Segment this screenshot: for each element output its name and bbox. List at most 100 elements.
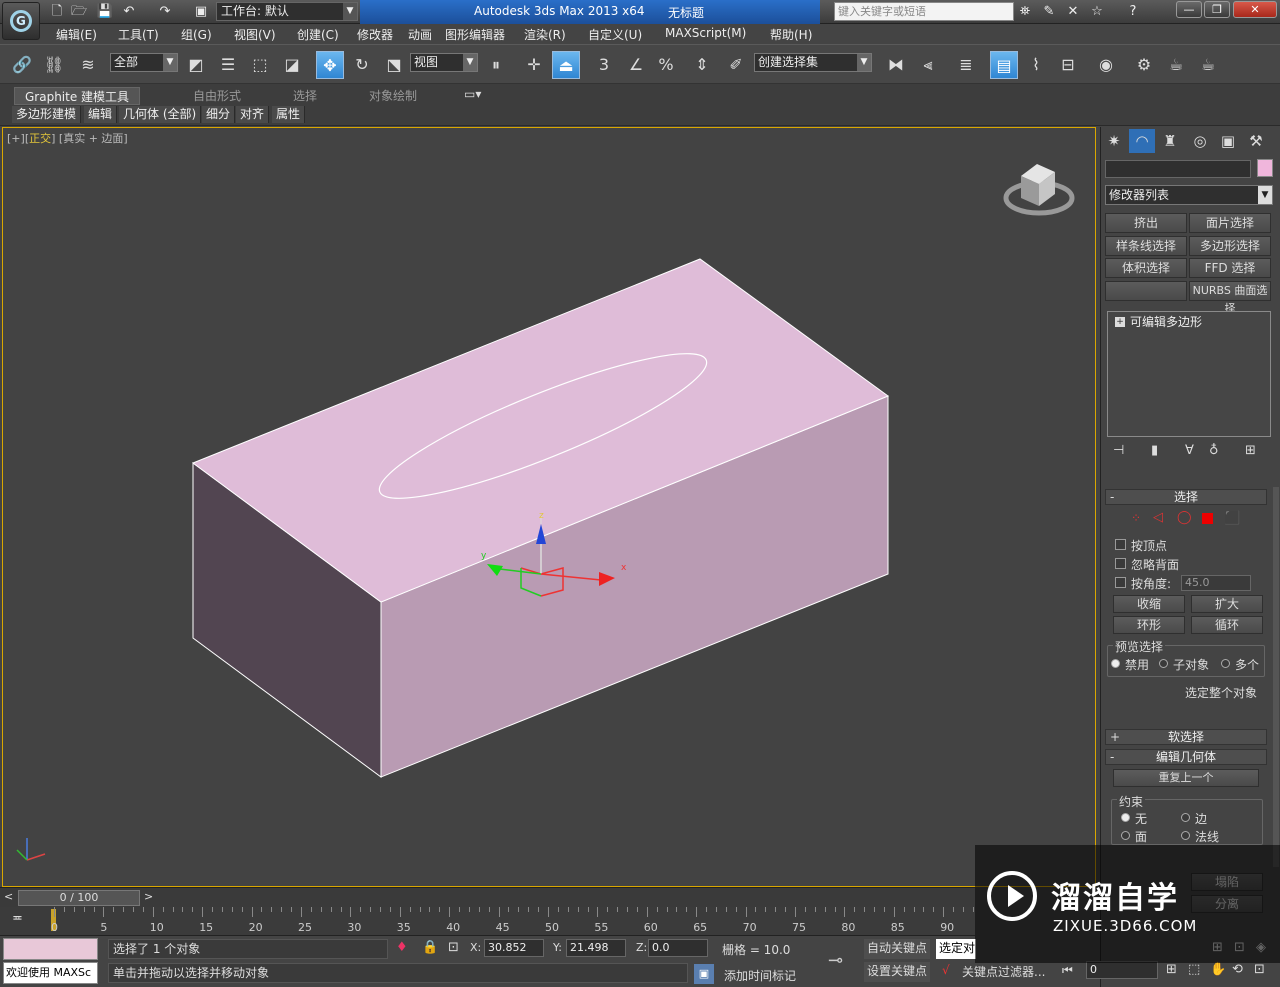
tab-selection[interactable]: 选择 [293,87,317,105]
menu-rendering[interactable]: 渲染(R) [524,26,566,43]
constraint-face-radio[interactable] [1121,831,1130,840]
menu-group[interactable]: 组(G) [181,26,212,43]
menu-tools[interactable]: 工具(T) [118,26,159,43]
material-editor-icon[interactable]: ◉ [1092,51,1120,79]
subtab-geometry-all[interactable]: 几何体 (全部) [119,106,202,123]
constraint-edge-radio[interactable] [1181,813,1190,822]
maxscript-listener-swatch[interactable] [3,938,98,960]
modifier-poly-select-button[interactable]: 多边形选择 [1189,236,1271,256]
angle-snap-icon[interactable]: ∠ [622,51,650,79]
time-slider[interactable]: 0 / 100 [18,890,140,906]
modifier-nurbs-select-button[interactable]: NURBS 曲面选择 [1189,281,1271,315]
modifier-volume-select-button[interactable]: 体积选择 [1105,258,1187,278]
tab-object-paint[interactable]: 对象绘制 [369,87,417,105]
track-bar[interactable]: ≖ 0 5 10 15 20 25 30 35 40 45 50 55 60 65 70 75 80 85 90 [0,907,975,935]
edit-geometry-rollout-header[interactable]: - 编辑几何体 [1105,749,1267,765]
set-key-button[interactable]: 设置关键点 [864,962,931,982]
schematic-view-icon[interactable]: ⊟ [1054,51,1082,79]
modifier-spline-select-button[interactable]: 样条线选择 [1105,236,1187,256]
select-and-move-icon[interactable]: ✥ [316,51,344,79]
menu-graph-editors[interactable]: 图形编辑器 [445,26,505,43]
render-setup-icon[interactable]: ⚙ [1130,51,1158,79]
vertex-mode-icon[interactable]: ⁘ [1131,511,1141,525]
tab-freeform[interactable]: 自由形式 [193,87,241,105]
minimize-button[interactable]: — [1176,1,1202,18]
display-tab-icon[interactable]: ▣ [1215,129,1241,153]
viewport-perspective[interactable]: [+][正交] [真实 + 边面] z x y [2,127,1096,887]
window-crossing-icon[interactable]: ◪ [278,51,306,79]
subtab-subdivision[interactable]: 细分 [202,106,236,123]
modifier-empty-button[interactable] [1105,281,1187,301]
menu-animation[interactable]: 动画 [408,26,432,43]
isolate-selection-icon[interactable]: ♦ [396,940,408,955]
select-by-name-icon[interactable]: ☰ [214,51,242,79]
subtab-properties[interactable]: 属性 [272,106,306,123]
zoom-extents-icon[interactable]: ⊞ [1166,962,1177,977]
remove-modifier-icon[interactable]: ♁ [1209,443,1219,458]
edit-named-selection-icon[interactable]: ✐ [722,51,750,79]
preview-multi-radio[interactable] [1221,659,1230,668]
bind-spacewarp-icon[interactable]: ≋ [74,51,102,79]
menu-create[interactable]: 创建(C) [297,26,339,43]
menu-edit[interactable]: 编辑(E) [56,26,97,43]
pan-icon[interactable]: ✋ [1210,962,1226,977]
key-icon[interactable]: ⊸ [828,950,843,971]
layer-manager-icon[interactable]: ≣ [952,51,980,79]
edge-mode-icon[interactable]: ◁ [1153,510,1163,525]
modify-tab-icon[interactable]: ◠ [1129,129,1155,153]
modifier-list-dropdown[interactable]: 修改器列表 ▼ [1105,185,1273,205]
new-file-icon[interactable]: 🗋 [48,3,66,21]
x-coord-field[interactable]: 30.852 [484,939,544,957]
modifier-extrude-button[interactable]: 挤出 [1105,213,1187,233]
grow-button[interactable]: 扩大 [1191,595,1263,613]
manipulate-icon[interactable]: ✛ [520,51,548,79]
ring-button[interactable]: 环形 [1113,616,1185,634]
favorites-star-icon[interactable]: ☆ [1088,3,1106,21]
workspace-dropdown[interactable]: 工作台: 默认 ▼ [216,2,358,21]
named-selection-dropdown[interactable]: 创建选择集 ▼ [754,53,872,72]
undo-icon[interactable]: ↶ [120,3,138,21]
selection-rollout-header[interactable]: - 选择 [1105,489,1267,505]
subtab-polygon-modeling[interactable]: 多边形建模 [12,106,82,123]
key-filters-button[interactable]: 关键点过滤器... [962,963,1045,980]
command-panel-scrollbar[interactable] [1273,487,1279,867]
show-end-result-icon[interactable]: ▮ [1151,443,1158,458]
menu-help[interactable]: 帮助(H) [770,26,812,43]
modifier-stack[interactable]: + 可编辑多边形 [1107,311,1271,437]
viewcube[interactable] [1003,164,1075,216]
spinner-snap-icon[interactable]: ⇕ [688,51,716,79]
absolute-mode-icon[interactable]: ⊡ [448,940,459,955]
communication-icon[interactable]: ✕ [1064,3,1082,21]
repeat-last-button[interactable]: 重复上一个 [1113,769,1259,787]
subtab-edit[interactable]: 编辑 [84,106,118,123]
polygon-mode-icon[interactable] [1202,513,1213,524]
ribbon-options-icon[interactable]: ▭▾ [464,87,481,105]
ignore-backfacing-checkbox[interactable] [1115,558,1126,569]
align-icon[interactable]: ⫷ [914,51,942,79]
utilities-tab-icon[interactable]: ⚒ [1243,129,1269,153]
prev-frame-icon[interactable]: < [4,890,13,903]
hierarchy-tab-icon[interactable]: ♜ [1157,129,1183,153]
menu-maxscript[interactable]: MAXScript(M) [665,26,746,40]
soft-selection-rollout-header[interactable]: + 软选择 [1105,729,1267,745]
unlink-icon[interactable]: ⛓ [40,51,68,79]
close-button[interactable]: ✕ [1233,1,1277,18]
object-color-swatch[interactable] [1257,159,1273,177]
open-file-icon[interactable]: 🗁 [70,3,88,21]
save-icon[interactable]: 💾 [96,3,114,21]
curve-editor-icon[interactable]: ⌇ [1022,51,1050,79]
subscription-icon[interactable]: ✎ [1040,3,1058,21]
project-folder-icon[interactable]: ▣ [192,3,210,21]
mini-curve-editor-icon[interactable]: ≖ [12,911,23,926]
pin-stack-icon[interactable]: ⊣ [1113,443,1124,458]
zoom-region-icon[interactable]: ⬚ [1188,962,1200,977]
modifier-patch-select-button[interactable]: 面片选择 [1189,213,1271,233]
orbit-icon[interactable]: ⟲ [1232,962,1243,977]
constraint-none-radio[interactable] [1121,813,1130,822]
element-mode-icon[interactable]: ⬛ [1224,511,1240,526]
modifier-ffd-select-button[interactable]: FFD 选择 [1189,258,1271,278]
object-name-field[interactable] [1105,160,1251,178]
reference-coord-dropdown[interactable]: 视图 ▼ [410,53,478,72]
border-mode-icon[interactable]: ◯ [1177,510,1192,525]
app-logo[interactable]: G [2,2,40,40]
